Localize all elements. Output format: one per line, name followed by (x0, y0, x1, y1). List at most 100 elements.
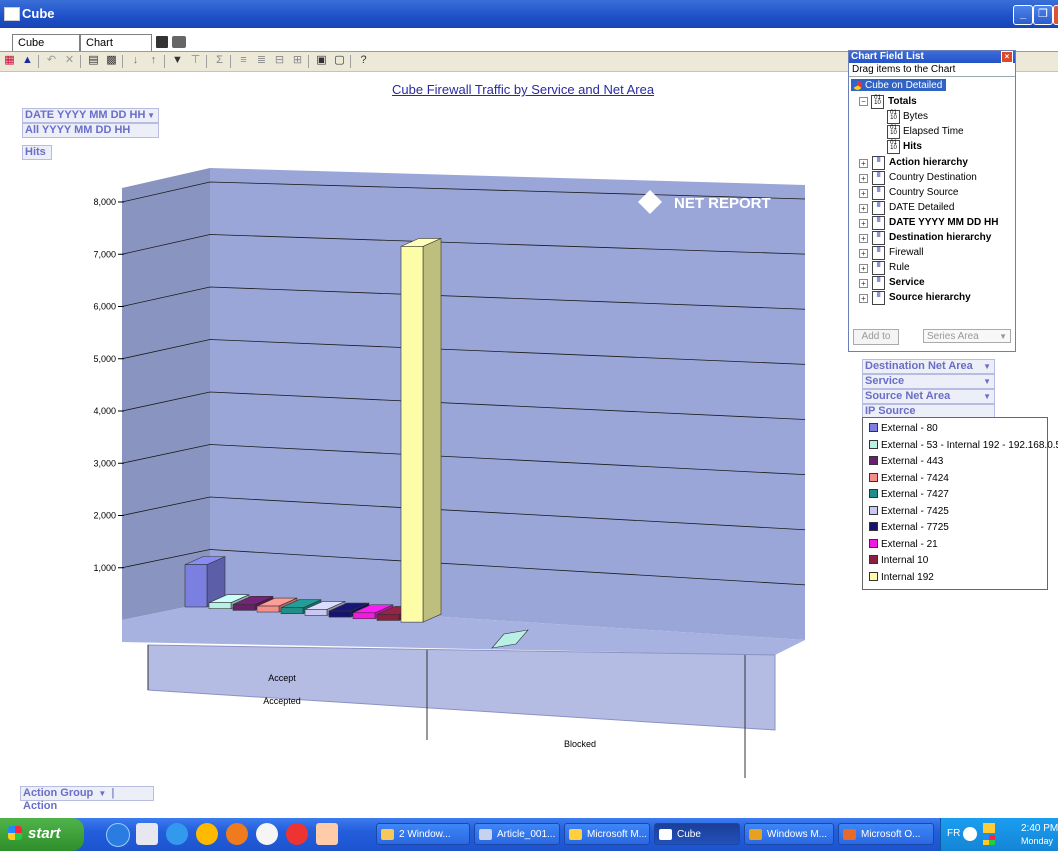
expand-icon[interactable]: + (859, 174, 868, 183)
expand-icon[interactable]: + (859, 234, 868, 243)
autocalc-icon[interactable]: Σ (212, 53, 227, 68)
expand-icon[interactable]: + (859, 264, 868, 273)
save-icon[interactable] (156, 36, 168, 48)
taskbar-task-article-001-[interactable]: Article_001... (474, 823, 560, 845)
network-icon[interactable] (983, 823, 995, 833)
show-details-icon[interactable]: ⊞ (290, 53, 305, 68)
field-list-header[interactable]: Chart Field List × (849, 51, 1015, 63)
hide-details-icon[interactable]: ⊟ (272, 53, 287, 68)
restore-button[interactable]: ❐ (1033, 5, 1053, 25)
tab-cube[interactable]: Cube (12, 34, 80, 52)
expand-icon[interactable]: + (859, 294, 868, 303)
undo-icon[interactable]: ↶ (44, 53, 59, 68)
media-player-icon[interactable] (256, 823, 278, 845)
chart-type-icon[interactable]: ▲ (20, 53, 35, 68)
clock-time[interactable]: 2:40 PM (1021, 823, 1058, 834)
toolbar-separator (230, 55, 231, 68)
minimize-button[interactable]: _ (1013, 5, 1033, 25)
show-top-icon[interactable]: ⊤ (188, 53, 203, 68)
close-button[interactable] (1053, 5, 1058, 25)
chevron-down-icon[interactable]: ▼ (999, 330, 1007, 344)
by-row-icon[interactable]: ▩ (104, 53, 119, 68)
toolbar-separator (122, 55, 123, 68)
folder-icon[interactable] (316, 823, 338, 845)
expand-icon[interactable]: + (859, 249, 868, 258)
bar-internal-192-accept[interactable] (400, 237, 442, 623)
legend-item: External - 7425 (869, 505, 949, 517)
taskbar-task-microsoft-m-[interactable]: Microsoft M... (564, 823, 650, 845)
taskbar-task-windows-m-[interactable]: Windows M... (744, 823, 834, 845)
firefox-icon[interactable] (226, 823, 248, 845)
windows-update-icon[interactable] (983, 835, 995, 845)
print-icon[interactable] (172, 36, 186, 48)
outlook-express-icon[interactable] (136, 823, 158, 845)
start-button[interactable]: start (0, 818, 84, 851)
language-indicator[interactable]: FR (947, 828, 960, 839)
category-field-action-group[interactable]: Action Group ▼ | Action (20, 786, 154, 812)
collapse-icon[interactable]: ≡ (236, 53, 251, 68)
tree-measure-bytes[interactable]: Bytes (903, 111, 928, 122)
series-field-service[interactable]: Service ▼ (862, 374, 995, 389)
expand-icon[interactable]: ≣ (254, 53, 269, 68)
delete-icon[interactable]: ✕ (62, 53, 77, 68)
expand-icon[interactable]: + (859, 189, 868, 198)
collapse-totals-icon[interactable]: − (859, 97, 868, 106)
dropdown-arrow-icon[interactable]: ▼ (983, 360, 991, 373)
category-label-accept: Accept (268, 673, 296, 683)
tree-dimension-action-hierarchy[interactable]: Action hierarchy (889, 157, 968, 168)
filter-value[interactable]: All YYYY MM DD HH (22, 123, 159, 138)
taskbar-task-microsoft-o-[interactable]: Microsoft O... (838, 823, 934, 845)
series-field-source-net-area[interactable]: Source Net Area ▼ (862, 389, 995, 404)
tree-measure-hits[interactable]: Hits (903, 141, 922, 152)
help-icon[interactable]: ? (356, 53, 371, 68)
expand-icon[interactable]: + (859, 204, 868, 213)
legend-swatch (869, 522, 878, 531)
legend-label: External - 7427 (881, 489, 949, 500)
tree-dimension-source-hierarchy[interactable]: Source hierarchy (889, 292, 971, 303)
refresh-icon[interactable]: ▣ (314, 53, 329, 68)
taskbar-task-cube[interactable]: Cube (654, 823, 740, 845)
taskbar-task-2-window-[interactable]: 2 Window... (376, 823, 470, 845)
filter-field-date[interactable]: DATE YYYY MM DD HH ▼ (22, 108, 159, 123)
series-area-select[interactable]: Series Area ▼ (923, 329, 1011, 343)
dropdown-arrow-icon[interactable]: ▼ (98, 789, 106, 798)
tree-totals[interactable]: Totals (888, 96, 917, 107)
tray-expand-icon[interactable] (963, 827, 977, 841)
add-to-button[interactable]: Add to (853, 329, 899, 345)
cube-icon (853, 81, 862, 90)
y-axis-ticks: 8,000 7,000 6,000 5,000 4,000 3,000 2,000 1,000 (93, 197, 124, 573)
expand-icon[interactable]: + (859, 219, 868, 228)
tree-dimension-date-yyyy-mm-dd-hh[interactable]: DATE YYYY MM DD HH (889, 217, 998, 228)
ie-icon[interactable] (106, 823, 130, 847)
field-list-icon[interactable]: ▦ (2, 53, 17, 68)
app-icon[interactable] (286, 823, 308, 845)
series-field-destination-net-area[interactable]: Destination Net Area ▼ (862, 359, 995, 374)
properties-icon[interactable]: ▤ (86, 53, 101, 68)
expand-icon[interactable]: + (859, 279, 868, 288)
export-icon[interactable]: ▢ (332, 53, 347, 68)
close-icon[interactable]: × (1001, 51, 1013, 63)
legend-label: External - 80 (881, 423, 938, 434)
chart-title[interactable]: Cube Firewall Traffic by Service and Net… (392, 82, 654, 97)
tab-chart[interactable]: Chart (80, 34, 152, 52)
tree-measure-elapsed-time[interactable]: Elapsed Time (903, 126, 964, 137)
tree-dimension-country-source[interactable]: Country Source (889, 187, 958, 198)
window-title-bar[interactable]: Cube _ ❐ (0, 0, 1058, 28)
sort-descending-icon[interactable]: ↑ (146, 53, 161, 68)
tree-dimension-destination-hierarchy[interactable]: Destination hierarchy (889, 232, 991, 243)
tree-dimension-firewall[interactable]: Firewall (889, 247, 923, 258)
data-field-hits[interactable]: Hits (22, 145, 52, 160)
browser-icon[interactable] (166, 823, 188, 845)
dropdown-arrow-icon[interactable]: ▼ (147, 109, 155, 122)
expand-icon[interactable]: + (859, 159, 868, 168)
dropdown-arrow-icon[interactable]: ▼ (983, 375, 991, 388)
search-icon[interactable] (196, 823, 218, 845)
clock-day: Monday (1021, 836, 1054, 846)
autofilter-icon[interactable]: ▼ (170, 53, 185, 68)
sort-ascending-icon[interactable]: ↓ (128, 53, 143, 68)
tree-dimension-rule[interactable]: Rule (889, 262, 910, 273)
tree-dimension-service[interactable]: Service (889, 277, 925, 288)
tree-dimension-country-destination[interactable]: Country Destination (889, 172, 977, 183)
tree-dimension-date-detailed[interactable]: DATE Detailed (889, 202, 954, 213)
dropdown-arrow-icon[interactable]: ▼ (983, 390, 991, 403)
